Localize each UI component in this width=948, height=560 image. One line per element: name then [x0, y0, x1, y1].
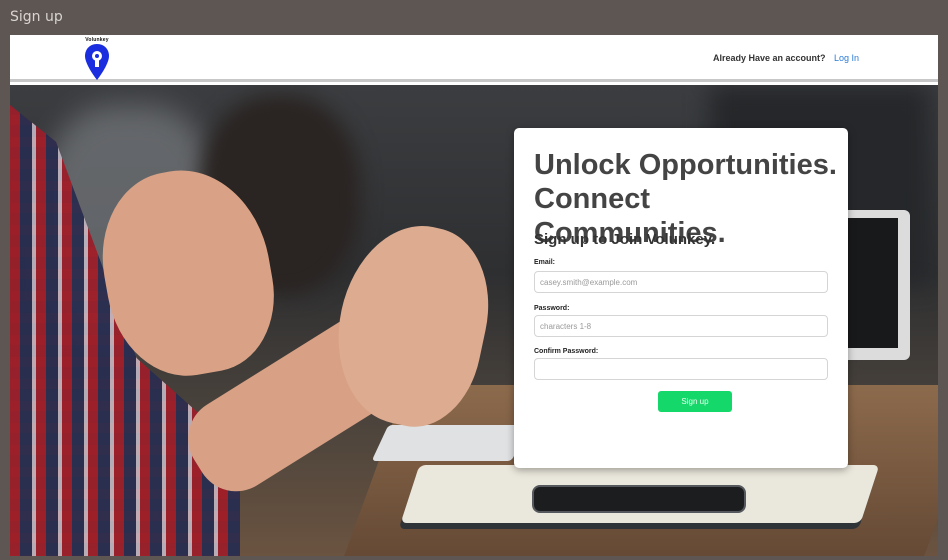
- signup-button[interactable]: Sign up: [658, 391, 732, 412]
- password-label: Password:: [534, 305, 570, 312]
- password-field[interactable]: [534, 315, 828, 337]
- top-navbar: Volunkey Already Have an account? Log In: [10, 35, 938, 82]
- account-question: Already Have an account?: [713, 53, 826, 63]
- login-link[interactable]: Log In: [834, 53, 859, 63]
- email-label: Email:: [534, 259, 556, 266]
- confirm-password-label: Confirm Password:: [534, 348, 599, 355]
- signup-card: Unlock Opportunities. Connect Communitie…: [514, 128, 848, 468]
- email-field[interactable]: [534, 271, 828, 293]
- window-title: Sign up: [10, 9, 63, 25]
- signup-subheading: Sign up to Join Volunkey.: [534, 231, 716, 248]
- confirm-password-field[interactable]: [534, 358, 828, 380]
- location-pin-keyhole-icon: [85, 44, 109, 80]
- headline-line-1: Unlock Opportunities.: [534, 149, 837, 181]
- logo[interactable]: Volunkey: [80, 37, 114, 81]
- browser-viewport: Volunkey Already Have an account? Log In…: [10, 35, 938, 556]
